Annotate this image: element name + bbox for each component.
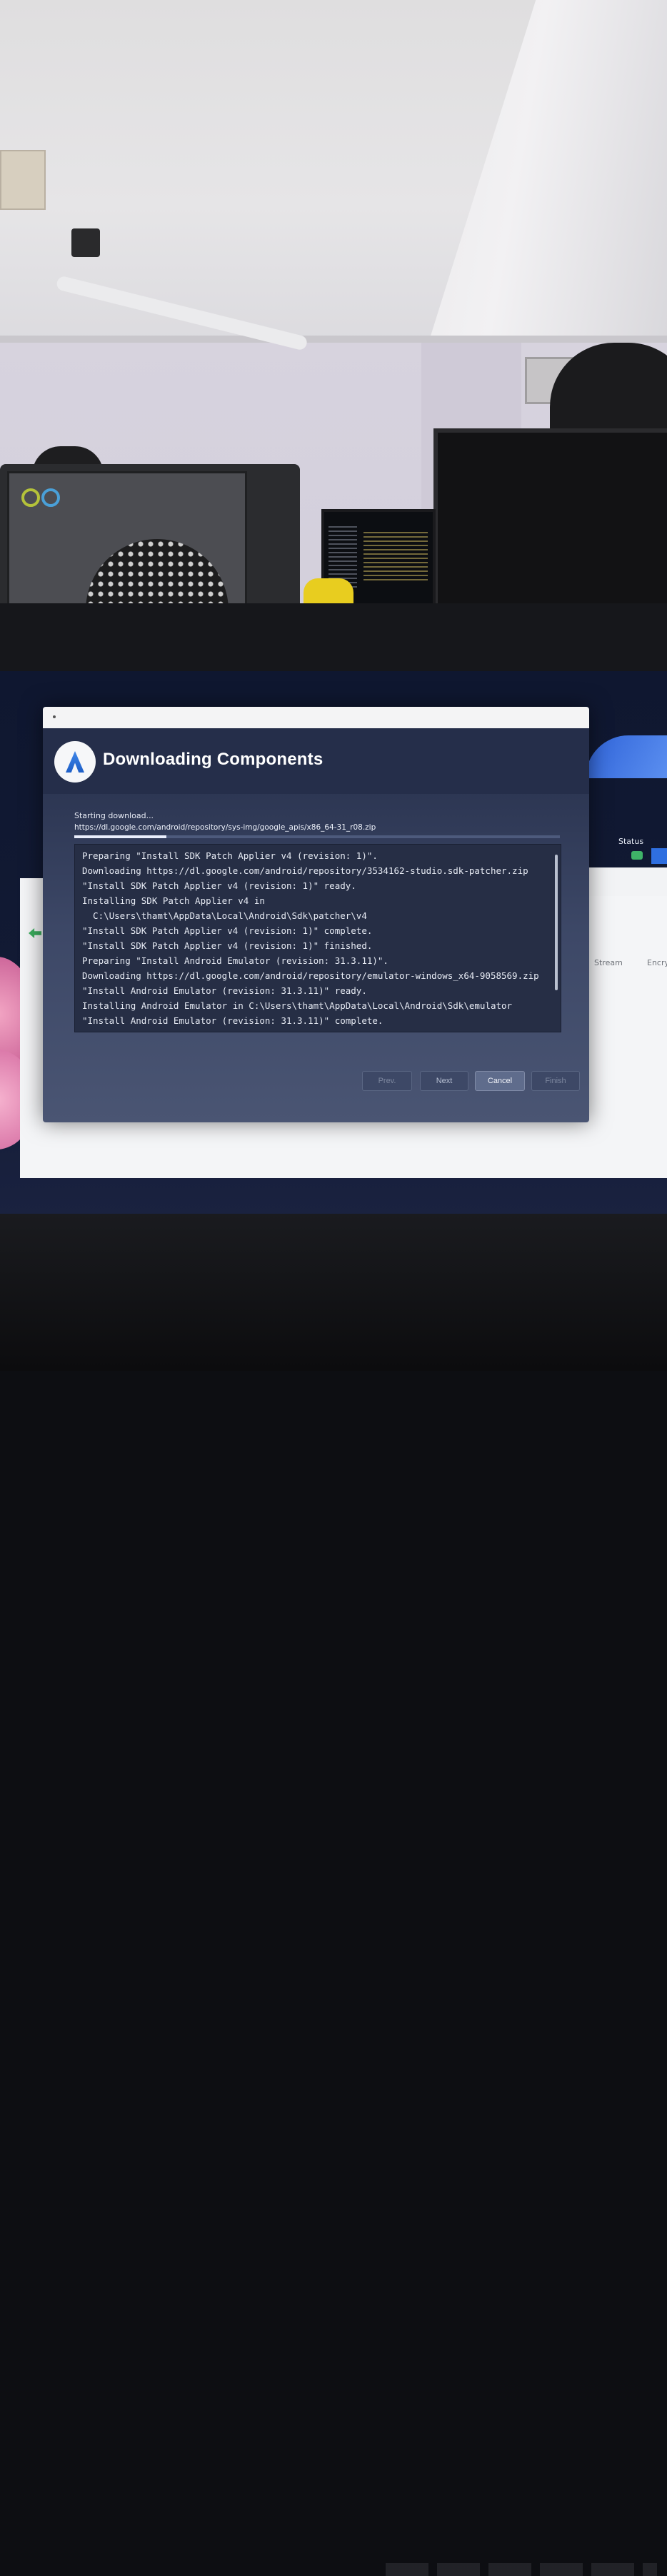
dialog-button-row: Prev. Next Cancel Finish — [43, 1071, 589, 1092]
android-studio-compass-icon — [66, 751, 84, 773]
log-line: Installing Android Emulator in C:\Users\… — [82, 1000, 513, 1011]
download-progress-bar — [74, 835, 560, 838]
finish-button[interactable]: Finish — [531, 1071, 580, 1091]
log-line: C:\Users\thamt\AppData\Local\Android\Sdk… — [82, 910, 367, 921]
download-status: Starting download... — [74, 811, 154, 820]
laptop-bezel-top — [0, 603, 667, 1269]
laptop-screen: Status Stream Encry Downloading Componen… — [0, 671, 667, 1224]
stream-column-header[interactable]: Stream — [594, 958, 623, 967]
wallpaper-wave — [586, 735, 667, 778]
log-line: Preparing "Install SDK Patch Applier v4 … — [82, 850, 378, 861]
log-line: "Install SDK Patch Applier v4 (revision:… — [82, 940, 373, 951]
background-window-header — [586, 867, 667, 896]
monitor — [433, 428, 667, 614]
cancel-button[interactable]: Cancel — [475, 1071, 525, 1091]
prev-button[interactable]: Prev. — [362, 1071, 412, 1091]
blue-button[interactable] — [651, 848, 667, 864]
office-room-backdrop — [0, 0, 667, 614]
status-column-label: Status — [618, 837, 644, 846]
dialog-header: Downloading Components — [43, 728, 589, 794]
log-line: Installing SDK Patch Applier v4 in — [82, 895, 265, 906]
android-studio-logo-icon — [54, 741, 96, 783]
wall-band — [0, 336, 667, 343]
download-progress-fill — [74, 835, 167, 838]
laptop-bezel-bottom — [0, 1214, 667, 2576]
status-icon — [631, 851, 643, 860]
next-button[interactable]: Next — [420, 1071, 468, 1091]
log-line: Preparing "Install Android Emulator (rev… — [82, 955, 388, 966]
dialog-titlebar[interactable] — [43, 707, 589, 728]
log-line: "Install SDK Patch Applier v4 (revision:… — [82, 880, 356, 891]
audio-jack — [41, 488, 60, 507]
encry-column-header[interactable]: Encry — [647, 958, 667, 967]
download-url: https://dl.google.com/android/repository… — [74, 823, 376, 832]
dialog-title: Downloading Components — [103, 750, 324, 769]
log-line: "Install Android Emulator (revision: 31.… — [82, 1015, 383, 1026]
downloading-components-dialog: Downloading Components Starting download… — [43, 707, 589, 1122]
log-scrollbar[interactable] — [555, 855, 558, 990]
ceiling-light — [0, 150, 46, 210]
log-line: "Install Android Emulator (revision: 31.… — [82, 985, 367, 996]
ceiling-camera — [71, 228, 100, 257]
distant-code-lines — [363, 532, 428, 582]
keyboard-keys — [386, 2563, 657, 2576]
log-line: Downloading https://dl.google.com/androi… — [82, 970, 539, 981]
audio-jack — [21, 488, 40, 507]
install-log[interactable]: Preparing "Install SDK Patch Applier v4 … — [74, 844, 561, 1032]
log-line: Downloading https://dl.google.com/androi… — [82, 865, 528, 876]
log-line: "Install SDK Patch Applier v4 (revision:… — [82, 925, 373, 936]
window-icon — [53, 715, 56, 718]
